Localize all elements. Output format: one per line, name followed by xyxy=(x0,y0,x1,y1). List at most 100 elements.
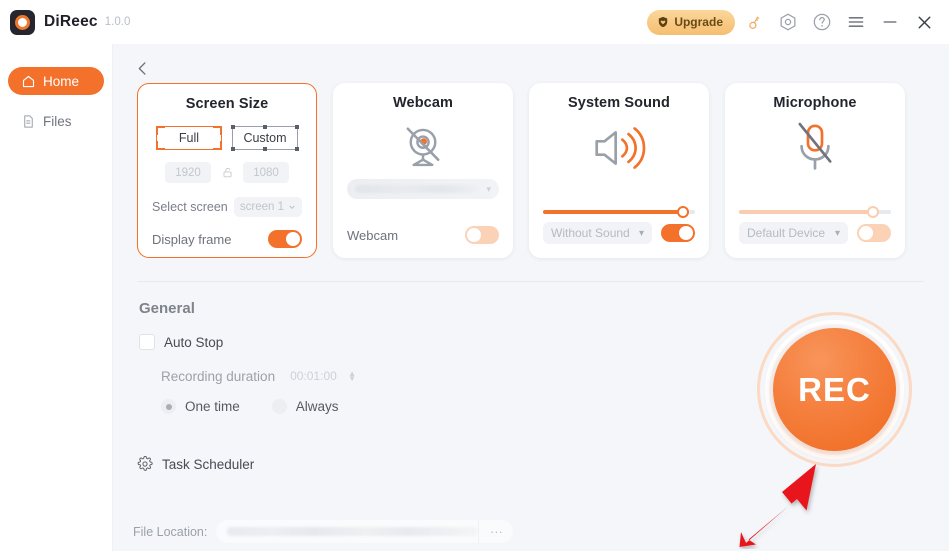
sidebar-item-files[interactable]: Files xyxy=(8,107,104,135)
microphone-muted-icon xyxy=(798,122,832,170)
screen-size-mode-group: Full Custom xyxy=(138,125,316,151)
microphone-toggle[interactable] xyxy=(857,224,891,242)
card-title-microphone: Microphone xyxy=(773,95,857,111)
file-location-browse-button[interactable]: ··· xyxy=(478,520,513,543)
microphone-foot: Default Device ▾ xyxy=(739,222,891,244)
record-button[interactable]: REC xyxy=(773,328,896,451)
capture-source-cards: Screen Size Full Custom 1920 1080 Select… xyxy=(137,83,905,258)
app-version: 1.0.0 xyxy=(104,16,131,28)
radio-always[interactable] xyxy=(271,399,287,414)
select-screen-value: screen 1 xyxy=(239,201,284,213)
webcam-toggle-label: Webcam xyxy=(347,227,399,243)
file-icon xyxy=(24,114,33,128)
card-system-sound: System Sound Without Sound ▾ xyxy=(529,83,709,258)
file-location-label: File Location: xyxy=(133,524,208,539)
system-sound-foot: Without Sound ▾ xyxy=(543,222,695,244)
screen-size-mode-custom-label: Custom xyxy=(243,131,287,145)
file-location-path xyxy=(227,527,479,536)
webcam-device-dropdown[interactable]: ▾ xyxy=(347,179,499,199)
help-icon[interactable] xyxy=(807,7,837,37)
title-bar: DiReec 1.0.0 Upgrade xyxy=(0,0,949,44)
settings-hex-icon[interactable] xyxy=(773,7,803,37)
webcam-disabled-icon xyxy=(406,127,440,167)
microphone-icon-area xyxy=(725,117,905,179)
webcam-device-value xyxy=(355,185,481,193)
screen-size-mode-full[interactable]: Full xyxy=(156,126,222,150)
system-sound-volume-slider[interactable] xyxy=(543,206,695,218)
minimize-icon[interactable] xyxy=(875,7,905,37)
microphone-device-dropdown[interactable]: Default Device ▾ xyxy=(739,222,848,244)
app-logo: DiReec 1.0.0 xyxy=(10,9,131,35)
display-frame-row: Display frame xyxy=(152,230,302,248)
system-sound-toggle[interactable] xyxy=(661,224,695,242)
display-frame-label: Display frame xyxy=(152,231,232,247)
sidebar-item-label-home: Home xyxy=(43,73,80,89)
unlock-icon[interactable] xyxy=(220,166,234,180)
speaker-icon xyxy=(595,127,646,169)
record-button-label: REC xyxy=(798,370,871,408)
chevron-down-icon: ▾ xyxy=(638,227,644,239)
recording-duration-stepper[interactable]: 00:01:00 ▲ ▼ xyxy=(284,366,363,386)
gear-icon xyxy=(137,456,153,471)
auto-stop-label: Auto Stop xyxy=(164,334,224,350)
stepper-arrows-icon: ▲ ▼ xyxy=(348,369,357,383)
task-scheduler-label: Task Scheduler xyxy=(162,456,255,472)
file-location-row: File Location: ··· xyxy=(133,520,514,543)
repeat-mode-group: One time Always xyxy=(161,399,339,414)
titlebar-actions: Upgrade xyxy=(647,7,939,37)
system-sound-device-value: Without Sound xyxy=(551,226,630,240)
radio-one-time[interactable] xyxy=(161,399,176,414)
webcam-foot: Webcam xyxy=(347,226,499,244)
record-button-wrap: REC xyxy=(757,312,912,467)
upgrade-label: Upgrade xyxy=(674,15,723,29)
webcam-icon-area xyxy=(333,117,513,179)
system-sound-icon-area xyxy=(529,117,709,179)
card-microphone: Microphone Default Device ▾ xyxy=(725,83,905,258)
chevron-down-icon: ▾ xyxy=(834,227,840,239)
upgrade-button[interactable]: Upgrade xyxy=(647,9,735,35)
app-title: DiReec xyxy=(44,13,98,30)
screen-dimension-row xyxy=(138,162,316,183)
card-title-system-sound: System Sound xyxy=(568,95,670,111)
home-icon xyxy=(22,75,35,87)
recording-duration-row: Recording duration 00:01:00 ▲ ▼ xyxy=(161,366,363,386)
direec-window: DiReec 1.0.0 Upgrade Home Files Screen S… xyxy=(0,0,949,551)
main-content: Screen Size Full Custom 1920 1080 Select… xyxy=(113,44,949,551)
app-logo-icon xyxy=(10,9,35,35)
sidebar-item-label-files: Files xyxy=(43,113,72,129)
select-screen-label: Select screen xyxy=(152,200,228,214)
sidebar: Home Files xyxy=(0,44,113,551)
recording-duration-label: Recording duration xyxy=(161,368,276,384)
key-icon[interactable] xyxy=(739,7,769,37)
card-title-webcam: Webcam xyxy=(393,95,453,111)
card-webcam: Webcam ▾ Webcam xyxy=(333,83,513,258)
shield-heart-icon xyxy=(659,16,668,28)
record-ring-shape xyxy=(15,14,30,30)
recording-duration-value: 00:01:00 xyxy=(290,369,337,383)
general-section-title: General xyxy=(139,300,195,317)
file-location-field[interactable]: ··· xyxy=(216,520,514,543)
select-screen-dropdown[interactable]: screen 1 xyxy=(233,197,302,217)
select-screen-row: Select screen screen 1 xyxy=(152,197,302,217)
annotation-arrow-icon xyxy=(739,464,816,547)
auto-stop-checkbox[interactable] xyxy=(139,334,155,350)
screen-width-input[interactable] xyxy=(165,162,211,183)
menu-icon[interactable] xyxy=(841,7,871,37)
radio-one-time-label: One time xyxy=(185,399,240,414)
display-frame-toggle[interactable] xyxy=(268,230,302,248)
screen-height-input[interactable] xyxy=(243,162,289,183)
task-scheduler-button[interactable]: Task Scheduler xyxy=(137,456,254,472)
back-button[interactable] xyxy=(129,55,155,81)
back-arrow-icon xyxy=(138,61,146,75)
section-divider xyxy=(137,281,924,282)
auto-stop-row: Auto Stop xyxy=(139,334,223,350)
chevron-down-icon xyxy=(289,205,295,210)
screen-size-mode-custom[interactable]: Custom xyxy=(231,125,299,151)
microphone-volume-slider[interactable] xyxy=(739,206,891,218)
screen-size-mode-full-label: Full xyxy=(178,131,200,145)
card-screen-size: Screen Size Full Custom 1920 1080 Select… xyxy=(137,83,317,258)
webcam-toggle[interactable] xyxy=(465,226,499,244)
close-icon[interactable] xyxy=(909,7,939,37)
sidebar-item-home[interactable]: Home xyxy=(8,67,104,95)
system-sound-device-dropdown[interactable]: Without Sound ▾ xyxy=(543,222,652,244)
